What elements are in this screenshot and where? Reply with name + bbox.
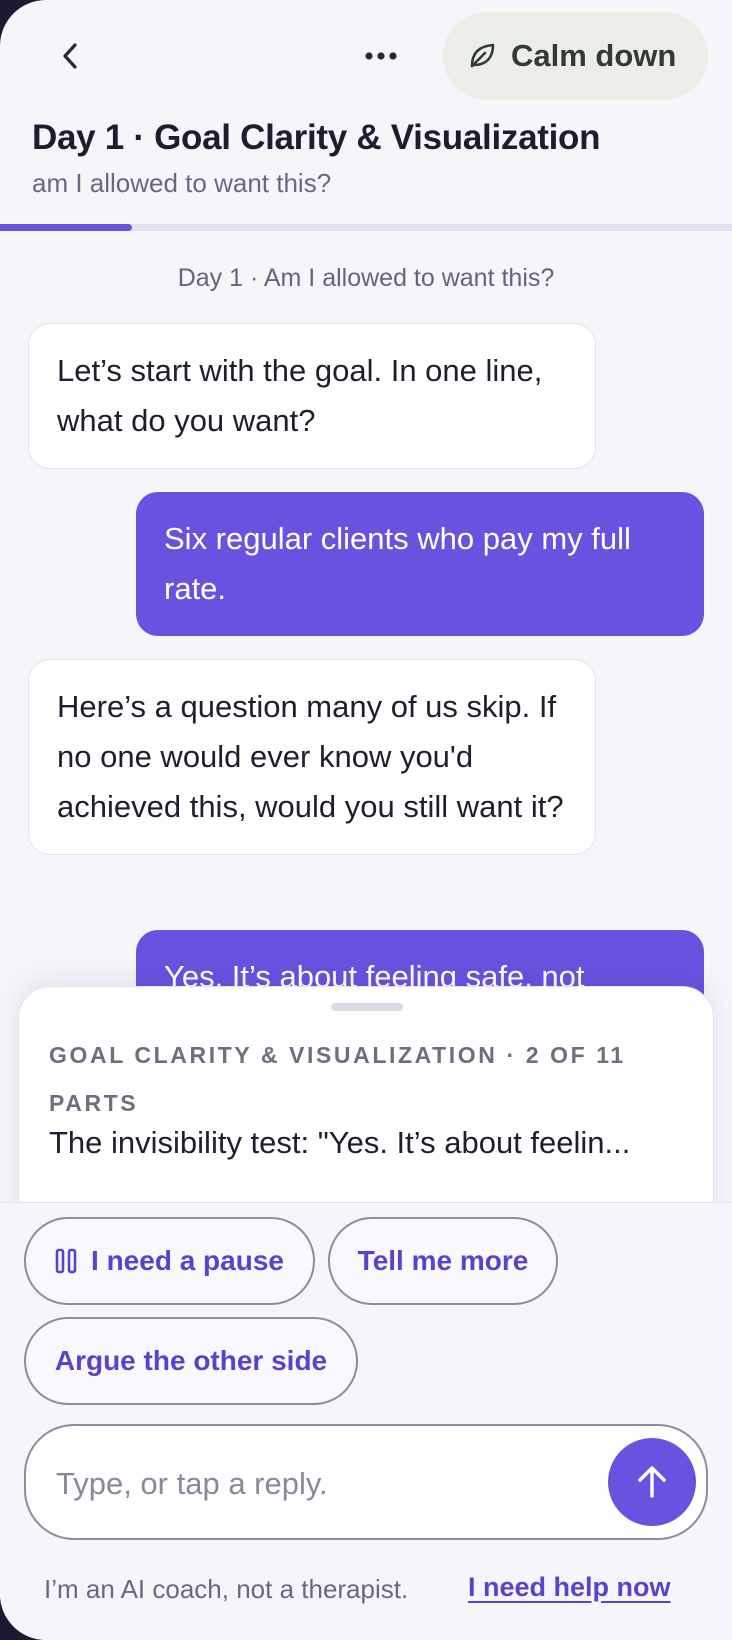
argue-other-side-chip[interactable]: Argue the other side xyxy=(24,1317,358,1405)
sheet-preview: The invisibility test: "Yes. It’s about … xyxy=(49,1125,631,1160)
ai-disclaimer: I’m an AI coach, not a therapist. xyxy=(44,1574,409,1604)
tell-me-more-chip[interactable]: Tell me more xyxy=(328,1217,558,1305)
coach-message: Here’s a question many of us skip. If no… xyxy=(28,659,596,855)
sheet-drag-handle[interactable] xyxy=(331,1003,403,1011)
chevron-left-icon xyxy=(63,43,77,69)
coach-message: Let’s start with the goal. In one line, … xyxy=(28,323,596,469)
chat-screen: Calm down Day 1 · Goal Clarity & Visuali… xyxy=(0,0,732,1640)
tell-me-more-label: Tell me more xyxy=(357,1245,529,1276)
page-title: Day 1 · Goal Clarity & Visualization xyxy=(32,118,601,157)
progress-fill xyxy=(0,224,132,231)
calm-down-button[interactable]: Calm down xyxy=(443,12,708,100)
user-message: Six regular clients who pay my full rate… xyxy=(136,492,704,636)
arrow-up-icon xyxy=(638,1466,666,1498)
calm-down-label: Calm down xyxy=(511,38,677,73)
pause-chip[interactable]: I need a pause xyxy=(24,1217,315,1305)
back-button[interactable] xyxy=(48,34,92,78)
more-options-button[interactable] xyxy=(356,34,406,78)
leaf-icon xyxy=(470,43,495,68)
chat-day-label: Day 1 · Am I allowed to want this? xyxy=(177,264,555,292)
send-button[interactable] xyxy=(608,1438,696,1526)
argue-other-side-label: Argue the other side xyxy=(54,1345,328,1376)
sheet-heading: GOAL CLARITY & VISUALIZATION · 2 OF 11 P… xyxy=(49,1042,626,1116)
progress-bar xyxy=(0,224,732,231)
message-composer[interactable] xyxy=(24,1424,708,1540)
page-subtitle: am I allowed to want this? xyxy=(32,168,332,198)
message-input[interactable] xyxy=(56,1456,596,1512)
more-horizontal-icon xyxy=(365,52,397,60)
pause-chip-label: I need a pause xyxy=(91,1245,284,1276)
help-now-link[interactable]: I need help now xyxy=(468,1572,671,1603)
top-bar: Calm down xyxy=(0,0,732,120)
pause-icon xyxy=(55,1248,77,1274)
part-progress-sheet[interactable]: GOAL CLARITY & VISUALIZATION · 2 OF 11 P… xyxy=(18,986,714,1236)
